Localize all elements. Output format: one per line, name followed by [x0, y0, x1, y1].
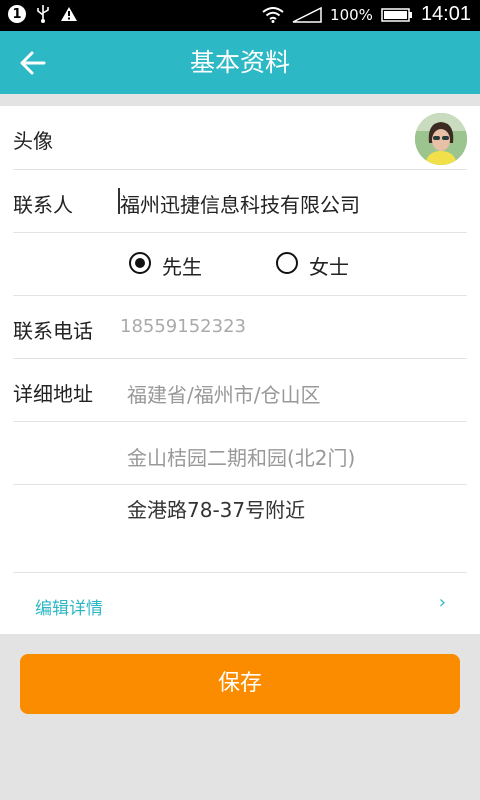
signal-icon	[292, 6, 322, 23]
address-line2-input[interactable]: 金港路78-37号附近	[127, 494, 305, 523]
battery-percent: 100%	[330, 5, 373, 24]
app-bar: 基本资料	[0, 31, 480, 94]
address-region-select[interactable]: 福建省/福州市/仓山区	[127, 379, 320, 408]
address-label: 详细地址	[13, 382, 93, 406]
gender-mr-radio[interactable]	[129, 252, 151, 274]
edit-details-link[interactable]: 编辑详情	[35, 594, 103, 619]
chevron-right-icon[interactable]: ›	[439, 592, 446, 613]
save-button[interactable]: 保存	[20, 654, 460, 714]
avatar-image	[415, 113, 467, 165]
phone-row: 联系电话 18559152323	[13, 295, 467, 359]
wifi-icon	[262, 6, 284, 23]
gender-mr-label[interactable]: 先生	[162, 251, 202, 280]
gender-row: 先生 女士	[13, 232, 467, 296]
usb-icon	[37, 5, 49, 23]
address-line1-row: 金山桔园二期和园(北2门)	[13, 421, 467, 485]
page-title: 基本资料	[189, 48, 290, 77]
status-bar: 1 100% 14:01	[0, 0, 480, 31]
warning-icon	[61, 7, 77, 21]
phone-label: 联系电话	[13, 319, 93, 343]
address-region-row: 详细地址 福建省/福州市/仓山区	[13, 358, 467, 422]
avatar-row[interactable]: 头像	[13, 106, 467, 170]
notification-count-badge: 1	[8, 5, 26, 23]
contact-input[interactable]: 福州迅捷信息科技有限公司	[120, 189, 360, 218]
gender-ms-radio[interactable]	[276, 252, 298, 274]
address-line1-input[interactable]: 金山桔园二期和园(北2门)	[127, 442, 355, 471]
gender-ms-label[interactable]: 女士	[309, 251, 349, 280]
contact-label: 联系人	[13, 193, 73, 217]
contact-row: 联系人 福州迅捷信息科技有限公司	[13, 169, 467, 233]
status-time: 14:01	[420, 3, 471, 25]
avatar-label: 头像	[13, 129, 53, 153]
battery-icon	[381, 7, 412, 22]
status-left: 1	[8, 5, 78, 23]
status-right: 100% 14:01	[262, 3, 471, 26]
profile-form: 头像 联系人 福州迅捷信息科技有限公司 先生 女士 联系电话 185591523…	[0, 106, 480, 634]
phone-input[interactable]: 18559152323	[120, 316, 246, 337]
address-line2-row: 金港路78-37号附近	[13, 484, 467, 573]
avatar[interactable]	[415, 113, 467, 165]
